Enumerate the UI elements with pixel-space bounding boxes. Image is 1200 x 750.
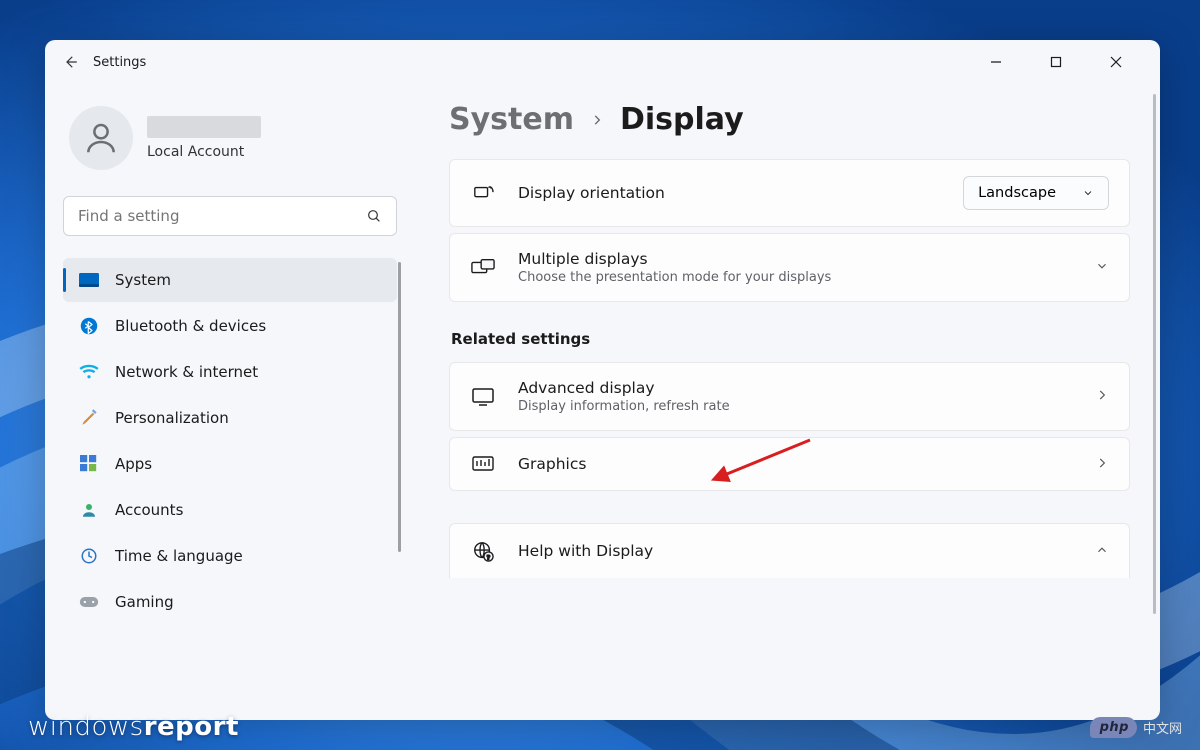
person-icon [82,119,120,157]
monitor-icon [470,387,496,407]
chevron-up-icon [1095,542,1109,561]
close-icon [1110,56,1122,68]
orientation-icon [470,183,496,203]
gamepad-icon [79,592,99,612]
minimize-icon [990,56,1002,68]
sidebar-item-network[interactable]: Network & internet [63,350,397,394]
multiple-displays-icon [470,258,496,278]
breadcrumb: System Display [449,102,1130,137]
account-icon [79,500,99,520]
svg-text:?: ? [487,553,491,561]
chevron-right-icon [1095,455,1109,474]
search-box[interactable] [63,196,397,236]
search-icon [366,208,382,224]
paintbrush-icon [79,408,99,428]
card-title: Graphics [518,455,1073,473]
maximize-icon [1050,56,1062,68]
sidebar-item-label: Personalization [115,409,229,427]
sidebar: Local Account System [45,84,415,720]
minimize-button[interactable] [976,46,1016,78]
bluetooth-icon [79,316,99,336]
watermark-windowsreport: windowsreport [28,712,239,742]
sidebar-item-label: System [115,271,171,289]
back-button[interactable] [53,45,87,79]
breadcrumb-current: Display [620,102,744,137]
card-title: Advanced display [518,379,1073,397]
profile-block[interactable]: Local Account [63,96,397,182]
apps-icon [79,454,99,474]
chevron-right-icon [1095,387,1109,406]
sidebar-item-system[interactable]: System [63,258,397,302]
card-title: Display orientation [518,184,941,202]
globe-help-icon: ? [470,540,496,562]
sidebar-item-label: Accounts [115,501,183,519]
section-related-settings: Related settings [451,330,1130,348]
wifi-icon [79,362,99,382]
card-title: Help with Display [518,542,1073,560]
title-bar: Settings [45,40,1160,84]
card-subtitle: Choose the presentation mode for your di… [518,270,1073,285]
sidebar-item-gaming[interactable]: Gaming [63,580,397,624]
sidebar-item-accounts[interactable]: Accounts [63,488,397,532]
card-subtitle: Display information, refresh rate [518,399,1073,414]
sidebar-item-label: Apps [115,455,152,473]
maximize-button[interactable] [1036,46,1076,78]
sidebar-item-personalization[interactable]: Personalization [63,396,397,440]
chevron-down-icon [1095,258,1109,277]
system-icon [79,270,99,290]
graphics-icon [470,454,496,474]
window-title: Settings [93,55,146,70]
card-graphics[interactable]: Graphics [449,437,1130,491]
chevron-right-icon [590,108,604,132]
sidebar-item-label: Time & language [115,547,243,565]
content-area: System Display Display orientation Lands… [415,84,1160,720]
sidebar-item-label: Network & internet [115,363,258,381]
profile-account-type: Local Account [147,144,261,160]
breadcrumb-parent[interactable]: System [449,102,574,137]
card-display-orientation[interactable]: Display orientation Landscape [449,159,1130,227]
chevron-down-icon [1082,187,1094,199]
sidebar-item-bluetooth[interactable]: Bluetooth & devices [63,304,397,348]
clock-globe-icon [79,546,99,566]
sidebar-item-label: Gaming [115,593,174,611]
sidebar-item-label: Bluetooth & devices [115,317,266,335]
avatar [69,106,133,170]
profile-name-redacted [147,116,261,138]
search-input[interactable] [78,207,358,225]
card-help-display[interactable]: ? Help with Display [449,523,1130,578]
arrow-left-icon [61,53,79,71]
sidebar-item-apps[interactable]: Apps [63,442,397,486]
card-advanced-display[interactable]: Advanced display Display information, re… [449,362,1130,431]
card-title: Multiple displays [518,250,1073,268]
watermark-php: php 中文网 [1090,717,1182,738]
sidebar-item-time-language[interactable]: Time & language [63,534,397,578]
content-scrollbar[interactable] [1153,94,1156,614]
card-multiple-displays[interactable]: Multiple displays Choose the presentatio… [449,233,1130,302]
close-button[interactable] [1096,46,1136,78]
window-controls [976,46,1152,78]
sidebar-nav: System Bluetooth & devices Network & int… [63,258,397,624]
orientation-value: Landscape [978,185,1056,201]
sidebar-scrollbar[interactable] [398,262,401,552]
orientation-select[interactable]: Landscape [963,176,1109,210]
settings-window: Settings Local Account [45,40,1160,720]
